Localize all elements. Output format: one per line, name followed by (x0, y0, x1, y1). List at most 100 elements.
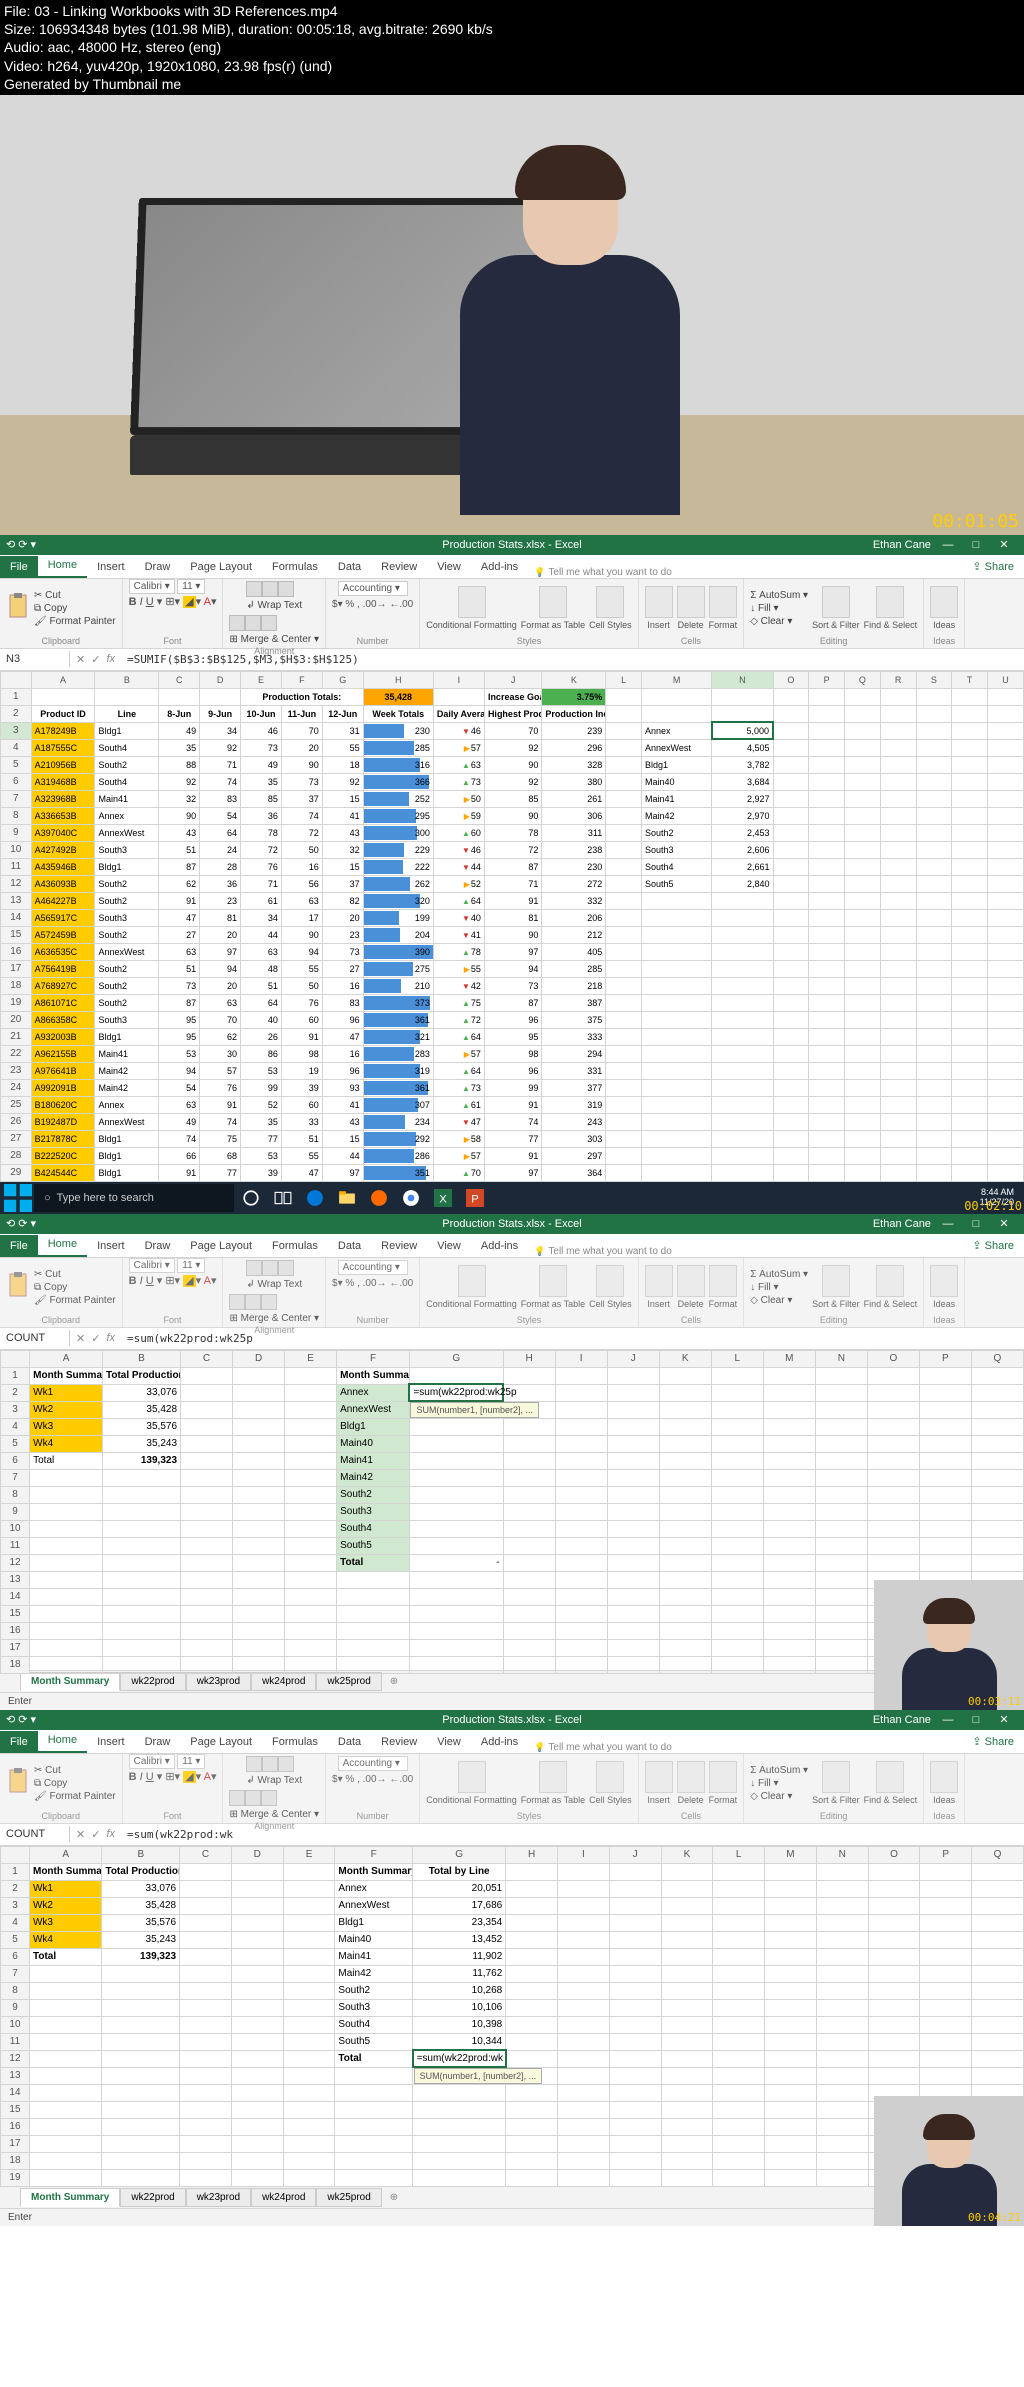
cell[interactable]: 212 (542, 926, 606, 943)
cell[interactable]: 40 (241, 1011, 282, 1028)
row-header[interactable]: 9 (1, 1999, 30, 2016)
fx-icon[interactable]: fx (106, 1332, 115, 1345)
cell[interactable]: Bldg1 (95, 1164, 159, 1181)
cell[interactable]: 35 (241, 1113, 282, 1130)
cell[interactable] (102, 1982, 180, 1999)
cell[interactable]: 33 (281, 1113, 322, 1130)
cell[interactable]: 377 (542, 1079, 606, 1096)
row-header[interactable]: 28 (1, 1147, 32, 1164)
cell[interactable]: 23 (322, 926, 363, 943)
row-header[interactable]: 15 (1, 1605, 30, 1622)
font-family-select[interactable]: Calibri ▾ (129, 1258, 175, 1273)
cell[interactable] (642, 1096, 712, 1113)
cell[interactable]: 96 (484, 1062, 541, 1079)
cell[interactable]: 74 (484, 1113, 541, 1130)
col-header[interactable]: T (952, 671, 988, 688)
row-header[interactable]: 21 (1, 1028, 32, 1045)
cell[interactable]: 98 (281, 1045, 322, 1062)
col-header[interactable]: C (159, 671, 200, 688)
cell[interactable] (337, 1656, 410, 1673)
row-header[interactable]: 7 (1, 1469, 30, 1486)
cell[interactable]: 81 (484, 909, 541, 926)
excel-icon[interactable]: X (428, 1184, 458, 1212)
cell[interactable]: 63 (200, 994, 241, 1011)
cell[interactable]: 18 (322, 756, 363, 773)
cell[interactable]: 272 (542, 875, 606, 892)
tab-home[interactable]: Home (38, 554, 87, 578)
editing-cell[interactable]: =sum(wk22prod:wkSUM(number1, [number2], … (413, 2050, 506, 2067)
sort-filter-button[interactable] (822, 586, 850, 618)
align-right-button[interactable] (261, 615, 277, 631)
name-box[interactable]: N3 (0, 651, 70, 667)
cell[interactable]: 71 (241, 875, 282, 892)
sheet-tab[interactable]: wk23prod (186, 2188, 251, 2207)
cell[interactable] (413, 2152, 506, 2169)
format-as-table-button[interactable] (539, 586, 567, 618)
cell[interactable]: 16 (281, 858, 322, 875)
cell[interactable]: A565917C (31, 909, 95, 926)
cell[interactable]: 72 (281, 824, 322, 841)
cell[interactable] (29, 2169, 101, 2186)
col-header[interactable]: J (607, 1350, 659, 1367)
format-as-table-button[interactable] (539, 1265, 567, 1297)
cell[interactable]: 375 (542, 1011, 606, 1028)
tab-data[interactable]: Data (328, 1235, 371, 1257)
col-header[interactable]: B (95, 671, 159, 688)
cell[interactable]: 78 (433, 943, 484, 960)
cell[interactable]: AnnexWest (95, 1113, 159, 1130)
font-color-button[interactable]: A (204, 596, 211, 608)
cell[interactable]: Main41 (95, 790, 159, 807)
cell[interactable]: 96 (322, 1062, 363, 1079)
row-header[interactable]: 9 (1, 1503, 30, 1520)
cell[interactable]: 16 (322, 1045, 363, 1062)
cell[interactable] (30, 1537, 103, 1554)
title-bar[interactable]: ⟲ ⟳ ▾ Production Stats.xlsx - Excel Etha… (0, 1214, 1024, 1234)
cell[interactable] (642, 909, 712, 926)
cell[interactable]: 57 (433, 1045, 484, 1062)
col-header[interactable]: U (988, 671, 1024, 688)
col-header[interactable]: N (815, 1350, 867, 1367)
wrap-text-button[interactable]: ↲ Wrap Text (246, 1774, 302, 1787)
cell[interactable] (30, 1503, 103, 1520)
cell[interactable]: Main40 (642, 773, 712, 790)
cell[interactable]: 32 (322, 841, 363, 858)
cell[interactable] (102, 1639, 180, 1656)
cell[interactable]: 92 (484, 739, 541, 756)
cell[interactable]: Main41 (335, 1948, 413, 1965)
close-btn[interactable]: ✕ (990, 538, 1018, 551)
cell[interactable]: 53 (241, 1147, 282, 1164)
comma-button[interactable]: , (357, 599, 360, 610)
cell[interactable]: 74 (200, 773, 241, 790)
cell[interactable]: South3 (95, 1011, 159, 1028)
fill-button[interactable]: ↓ Fill ▾ (750, 602, 808, 615)
cell[interactable]: 234 (363, 1113, 433, 1130)
cell[interactable]: 364 (542, 1164, 606, 1181)
col-header[interactable]: B (102, 1350, 180, 1367)
cell[interactable] (102, 1486, 180, 1503)
cell[interactable]: 70 (433, 1164, 484, 1181)
find-select-button[interactable] (876, 1265, 904, 1297)
cell[interactable]: South2 (95, 994, 159, 1011)
col-header[interactable]: K (659, 1350, 711, 1367)
comma-button[interactable]: , (357, 1774, 360, 1785)
wrap-text-button[interactable]: ↲ Wrap Text (246, 1278, 302, 1291)
cell[interactable]: 44 (322, 1147, 363, 1164)
row-header[interactable]: 2 (1, 705, 32, 722)
row-header[interactable]: 8 (1, 1486, 30, 1503)
row-header[interactable]: 20 (1, 1011, 32, 1028)
cell[interactable]: 94 (159, 1062, 200, 1079)
cell[interactable]: 64 (433, 1028, 484, 1045)
row-header[interactable]: 1 (1, 1863, 30, 1880)
cell[interactable]: 94 (200, 960, 241, 977)
col-header[interactable]: K (661, 1846, 713, 1863)
row-header[interactable]: 17 (1, 960, 32, 977)
cell[interactable]: 39 (281, 1079, 322, 1096)
row-header[interactable]: 5 (1, 1435, 30, 1452)
cell[interactable]: 71 (200, 756, 241, 773)
cell[interactable]: 361 (363, 1011, 433, 1028)
cell[interactable]: 52 (433, 875, 484, 892)
cell[interactable]: 95 (159, 1011, 200, 1028)
cell[interactable]: 139,323 (102, 1948, 180, 1965)
row-header[interactable]: 3 (1, 1401, 30, 1418)
cell[interactable]: 366 (363, 773, 433, 790)
